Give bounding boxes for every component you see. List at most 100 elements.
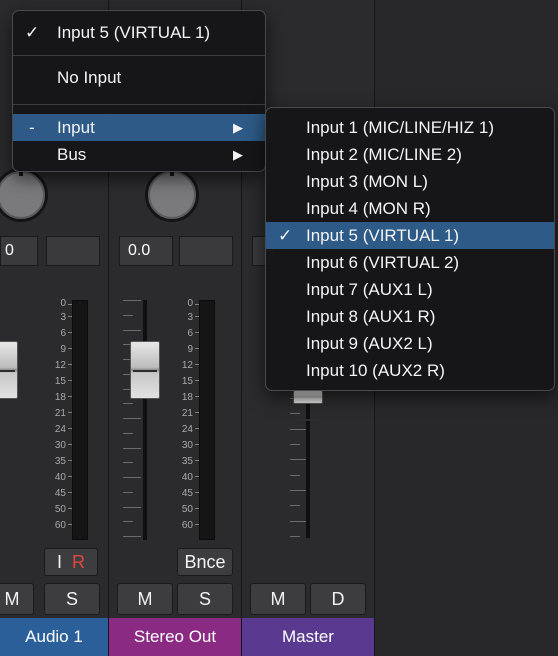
- meter-scale-label: 50: [44, 502, 72, 518]
- meter-scale-label: 21: [44, 406, 72, 422]
- fader-tick: [123, 315, 133, 316]
- pan-value[interactable]: 0: [0, 236, 38, 266]
- meter-scale-label: 3: [171, 310, 199, 326]
- submenu-item-input-5[interactable]: ✓ Input 5 (VIRTUAL 1): [266, 222, 554, 249]
- fader-track: [143, 300, 147, 540]
- track-name-stereo-out[interactable]: Stereo Out: [109, 618, 241, 656]
- meter-scale-label: 18: [171, 390, 199, 406]
- fader-tick: [123, 536, 141, 537]
- track-name-master[interactable]: Master: [242, 618, 374, 656]
- meter-scale-label: 21: [171, 406, 199, 422]
- submenu-item-input-10[interactable]: Input 10 (AUX2 R): [266, 357, 554, 384]
- peak-display: [46, 236, 100, 266]
- fader-tick: [123, 300, 141, 301]
- track-name-audio-1[interactable]: Audio 1: [0, 618, 108, 656]
- volume-fader[interactable]: [0, 341, 18, 399]
- submenu-item-label: Input 8 (AUX1 R): [306, 307, 436, 326]
- menu-item-bus[interactable]: Bus ▶: [13, 141, 265, 168]
- pan-value[interactable]: 0.0: [119, 236, 173, 266]
- meter-scale-label: 15: [44, 374, 72, 390]
- submenu-item-input-8[interactable]: Input 8 (AUX1 R): [266, 303, 554, 330]
- fader-tick: [290, 505, 300, 506]
- meter-scale-label: 9: [171, 342, 199, 358]
- input-submenu: Input 1 (MIC/LINE/HIZ 1) Input 2 (MIC/LIN…: [265, 107, 555, 391]
- solo-button[interactable]: S: [44, 583, 100, 615]
- menu-item-label: Input: [57, 118, 95, 137]
- input-record-buttons[interactable]: IR: [44, 548, 98, 576]
- checkmark-icon: ✓: [278, 226, 293, 245]
- fader-tick: [123, 521, 133, 522]
- menu-separator: [13, 104, 265, 105]
- fader-tick: [290, 536, 300, 537]
- master-fader[interactable]: [293, 390, 323, 421]
- input-monitor-button[interactable]: I: [57, 552, 62, 572]
- meter-scale-label: 12: [171, 358, 199, 374]
- fader-tick: [123, 448, 141, 449]
- menu-item-label: Bus: [57, 145, 87, 164]
- meter-scale-label: 12: [44, 358, 72, 374]
- submenu-item-input-6[interactable]: Input 6 (VIRTUAL 2): [266, 249, 554, 276]
- meter-scale-label: 24: [171, 422, 199, 438]
- record-button[interactable]: R: [72, 552, 85, 572]
- submenu-item-label: Input 1 (MIC/LINE/HIZ 1): [306, 118, 494, 137]
- bounce-button[interactable]: Bnce: [177, 548, 233, 576]
- submenu-item-label: Input 4 (MON R): [306, 199, 431, 218]
- fader-tick: [123, 433, 133, 434]
- checkmark-icon: ✓: [25, 23, 40, 42]
- meter-scale-label: 45: [44, 486, 72, 502]
- meter-scale-label: 9: [44, 342, 72, 358]
- fader-tick: [290, 413, 300, 414]
- submenu-item-input-9[interactable]: Input 9 (AUX2 L): [266, 330, 554, 357]
- meter-scale-label: 15: [171, 374, 199, 390]
- menu-item-input[interactable]: - Input ▶: [13, 114, 265, 141]
- submenu-item-label: Input 6 (VIRTUAL 2): [306, 253, 460, 272]
- fader-tick: [123, 330, 141, 331]
- fader-tick: [123, 418, 141, 419]
- submenu-item-label: Input 5 (VIRTUAL 1): [306, 226, 460, 245]
- meter-scale: 0 3 6 9 12 15 18 21 24 30 35 40 45 50 60: [44, 298, 72, 534]
- mute-button[interactable]: M: [117, 583, 173, 615]
- submenu-item-input-4[interactable]: Input 4 (MON R): [266, 195, 554, 222]
- dim-button[interactable]: D: [310, 583, 366, 615]
- mute-button[interactable]: M: [0, 583, 34, 615]
- submenu-item-input-7[interactable]: Input 7 (AUX1 L): [266, 276, 554, 303]
- fader-tick: [123, 462, 133, 463]
- fader-tick: [123, 477, 141, 478]
- meter-scale-label: 3: [44, 310, 72, 326]
- pan-knob[interactable]: [0, 168, 48, 222]
- volume-fader[interactable]: [130, 341, 160, 399]
- fader-tick: [123, 507, 141, 508]
- submenu-item-label: Input 3 (MON L): [306, 172, 428, 191]
- fader-scale: [123, 300, 141, 540]
- submenu-item-input-2[interactable]: Input 2 (MIC/LINE 2): [266, 141, 554, 168]
- meter-scale-label: 35: [171, 454, 199, 470]
- submenu-arrow-icon: ▶: [233, 120, 243, 135]
- meter-scale-label: 50: [171, 502, 199, 518]
- menu-item-label: No Input: [57, 68, 122, 87]
- submenu-item-label: Input 2 (MIC/LINE 2): [306, 145, 462, 164]
- meter-scale-label: 18: [44, 390, 72, 406]
- menu-item-current-input[interactable]: ✓ Input 5 (VIRTUAL 1): [13, 19, 265, 46]
- meter-scale: 0 3 6 9 12 15 18 21 24 30 35 40 45 50 60: [171, 298, 199, 534]
- submenu-item-label: Input 10 (AUX2 R): [306, 361, 445, 380]
- fader-tick: [123, 403, 133, 404]
- submenu-arrow-icon: ▶: [233, 147, 243, 162]
- submenu-item-input-1[interactable]: Input 1 (MIC/LINE/HIZ 1): [266, 114, 554, 141]
- meter-scale-label: 0: [171, 298, 199, 310]
- level-meter: [199, 300, 215, 540]
- pan-knob[interactable]: [145, 168, 199, 222]
- submenu-item-label: Input 9 (AUX2 L): [306, 334, 433, 353]
- level-meter: [72, 300, 88, 540]
- meter-scale-label: 30: [171, 438, 199, 454]
- meter-scale-label: 40: [171, 470, 199, 486]
- fader-tick: [290, 475, 300, 476]
- meter-scale-label: 24: [44, 422, 72, 438]
- submenu-item-input-3[interactable]: Input 3 (MON L): [266, 168, 554, 195]
- meter-scale-label: 35: [44, 454, 72, 470]
- mute-button[interactable]: M: [250, 583, 306, 615]
- meter-scale-label: 30: [44, 438, 72, 454]
- solo-button[interactable]: S: [177, 583, 233, 615]
- menu-item-no-input[interactable]: No Input: [13, 64, 265, 91]
- peak-display: [179, 236, 233, 266]
- meter-scale-label: 60: [171, 518, 199, 534]
